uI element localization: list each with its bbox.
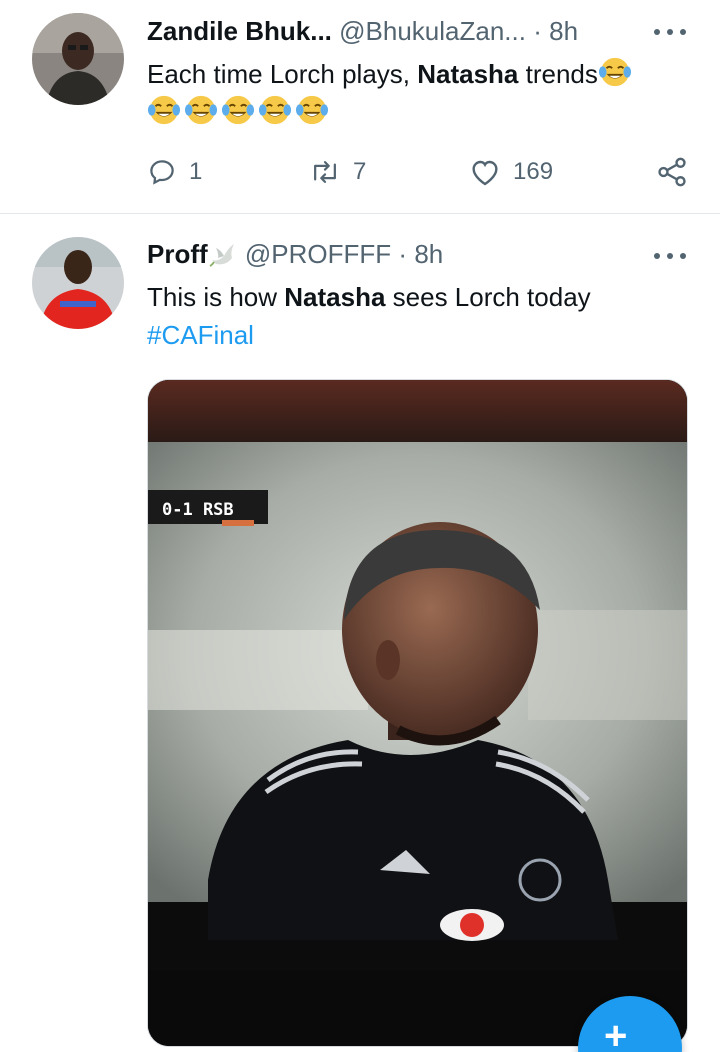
separator-dot: · — [533, 16, 542, 46]
face-with-tears-of-joy-icon — [258, 95, 292, 125]
tweet-actions: 1 7 169 — [147, 152, 692, 192]
dove-icon — [209, 244, 234, 267]
reply-icon — [150, 160, 174, 185]
user-handle[interactable]: @BhukulaZan... — [339, 16, 526, 46]
scoreboard-text: 0-1 RSB — [162, 500, 234, 520]
tweet-text: Each time Lorch plays, Natasha trends — [147, 55, 680, 131]
tweet-header: Zandile Bhuk... @BhukulaZan... · 8h — [147, 15, 630, 47]
tweet-text-part: This is how — [147, 282, 285, 312]
reply-button[interactable]: 1 — [147, 152, 202, 192]
face-with-tears-of-joy-icon — [221, 95, 255, 125]
tweet[interactable]: Proff @PROFFFF · 8h This is how Natasha … — [0, 214, 720, 1052]
hashtag-link[interactable]: #CAFinal — [147, 316, 680, 354]
share-button[interactable] — [655, 152, 689, 192]
separator-dot: · — [398, 239, 408, 269]
tweet-header: Proff @PROFFFF · 8h — [147, 238, 630, 270]
share-icon — [658, 157, 686, 187]
tweet-media-photo[interactable]: 0-1 RSB — [147, 379, 688, 1047]
heart-icon — [472, 160, 498, 186]
tweet-text-bold: Natasha — [417, 59, 519, 89]
emoji-row — [147, 95, 332, 127]
compose-tweet-icon: + — [604, 1014, 628, 1052]
tweet-text: This is how Natasha sees Lorch today #CA… — [147, 278, 680, 354]
timestamp[interactable]: 8h — [549, 16, 578, 46]
tweet-text-part: sees Lorch today — [385, 282, 591, 312]
tweet[interactable]: Zandile Bhuk... @BhukulaZan... · 8h Each… — [0, 0, 720, 213]
face-with-tears-of-joy-icon — [184, 95, 218, 125]
face-with-tears-of-joy-icon — [147, 95, 181, 125]
reply-count: 1 — [189, 158, 203, 185]
retweet-button[interactable]: 7 — [309, 152, 366, 192]
tweet-text-bold: Natasha — [284, 282, 386, 312]
like-count: 169 — [513, 158, 554, 185]
like-button[interactable]: 169 — [469, 152, 553, 192]
retweet-count: 7 — [353, 158, 367, 185]
retweet-icon — [314, 161, 336, 183]
display-name[interactable]: Zandile Bhuk... — [147, 16, 332, 46]
avatar[interactable] — [32, 13, 124, 105]
user-handle[interactable]: @PROFFFF — [245, 239, 391, 269]
emoji-row — [598, 57, 635, 89]
tweet-text-part: trends — [518, 59, 598, 89]
display-name[interactable]: Proff — [147, 239, 208, 269]
tweet-text-part: Each time Lorch plays, — [147, 59, 418, 89]
avatar[interactable] — [32, 237, 124, 329]
more-options-icon[interactable] — [654, 250, 686, 262]
timestamp[interactable]: 8h — [414, 239, 443, 269]
face-with-tears-of-joy-icon — [295, 95, 329, 125]
more-options-icon[interactable] — [654, 26, 686, 38]
face-with-tears-of-joy-icon — [598, 57, 631, 87]
